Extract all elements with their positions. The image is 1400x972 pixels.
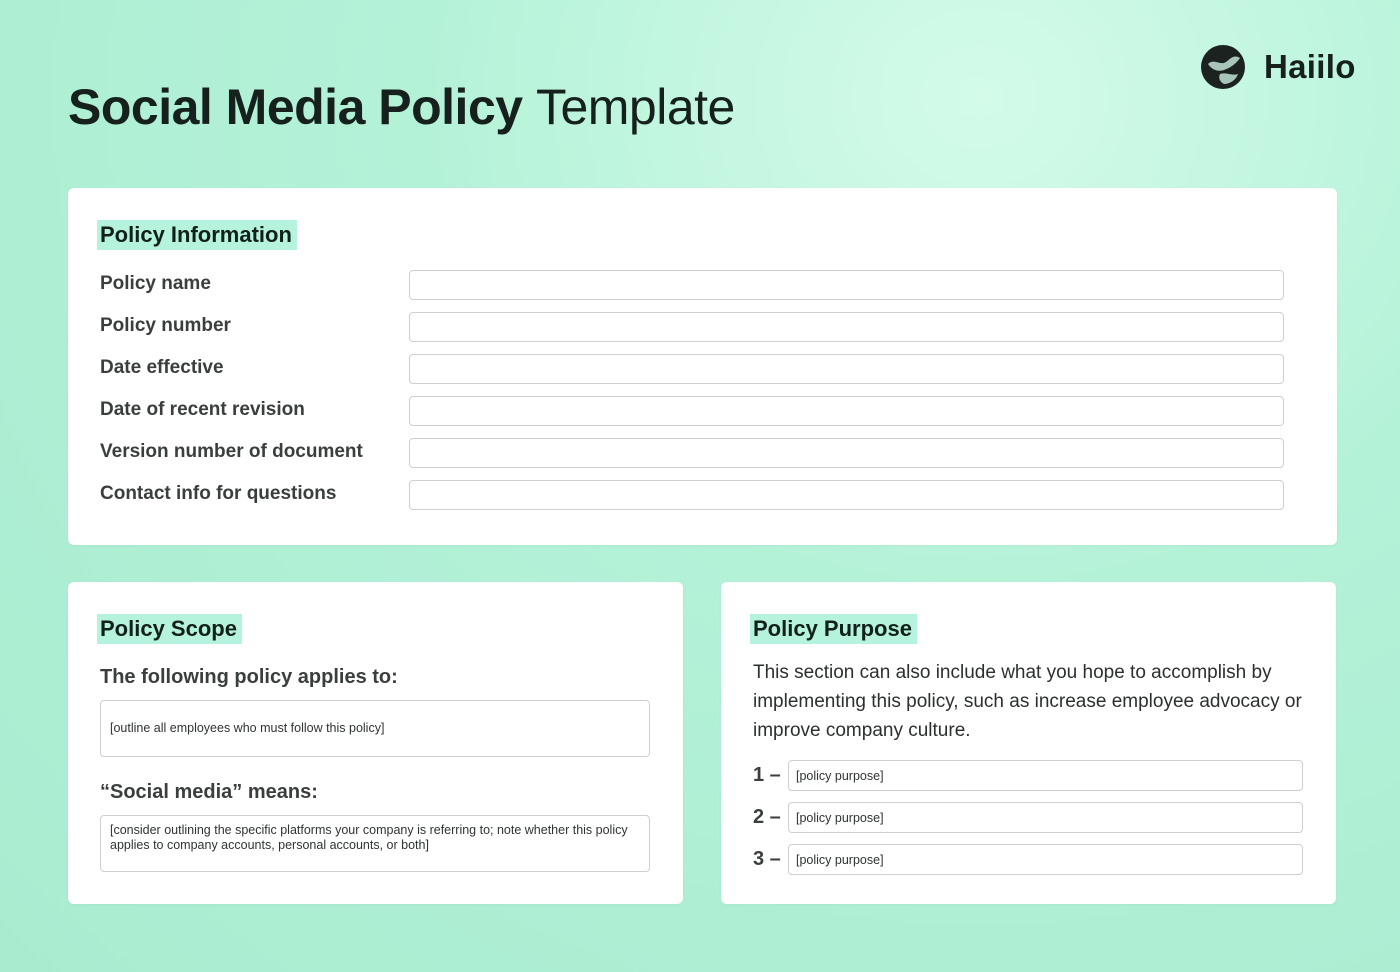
title-light: Template <box>535 79 735 135</box>
brand-name: Haiilo <box>1264 48 1356 85</box>
policy-purpose-description: This section can also include what you h… <box>753 662 1302 741</box>
applies-to-placeholder: [outline all employees who must follow t… <box>110 721 385 735</box>
date-effective-label: Date effective <box>100 357 224 378</box>
version-number-input[interactable] <box>409 438 1284 468</box>
policy-scope-card: Policy Scope The following policy applie… <box>68 582 683 904</box>
purpose-number: 1 – <box>753 764 781 786</box>
purpose-item: 2 – [policy purpose] <box>753 802 1303 833</box>
haiilo-logo-icon <box>1201 45 1245 89</box>
purpose-number: 3 – <box>753 848 781 870</box>
policy-scope-heading: Policy Scope <box>97 614 242 644</box>
date-recent-revision-input[interactable] <box>409 396 1284 426</box>
purpose-placeholder: [policy purpose] <box>796 810 884 825</box>
version-number-label: Version number of document <box>100 441 363 462</box>
purpose-placeholder: [policy purpose] <box>796 852 884 867</box>
contact-info-label: Contact info for questions <box>100 483 337 504</box>
policy-information-card: Policy Information Policy name Policy nu… <box>68 188 1337 545</box>
social-media-means-textbox[interactable]: [consider outlining the specific platfor… <box>100 815 650 872</box>
social-media-means-label: “Social media” means: <box>100 781 318 803</box>
title-bold: Social Media Policy <box>68 79 523 135</box>
policy-name-input[interactable] <box>409 270 1284 300</box>
policy-number-input[interactable] <box>409 312 1284 342</box>
purpose-input[interactable]: [policy purpose] <box>788 844 1303 875</box>
purpose-placeholder: [policy purpose] <box>796 768 884 783</box>
applies-to-textbox[interactable]: [outline all employees who must follow t… <box>100 700 650 757</box>
purpose-input[interactable]: [policy purpose] <box>788 802 1303 833</box>
purpose-number: 2 – <box>753 806 781 828</box>
purpose-item: 1 – [policy purpose] <box>753 760 1303 791</box>
purpose-input[interactable]: [policy purpose] <box>788 760 1303 791</box>
date-effective-input[interactable] <box>409 354 1284 384</box>
page-title: Social Media Policy Template <box>68 78 735 136</box>
social-media-means-placeholder: [consider outlining the specific platfor… <box>110 823 628 852</box>
policy-number-label: Policy number <box>100 315 231 336</box>
policy-purpose-heading: Policy Purpose <box>750 614 917 644</box>
policy-information-heading: Policy Information <box>97 220 297 250</box>
contact-info-input[interactable] <box>409 480 1284 510</box>
policy-name-label: Policy name <box>100 273 211 294</box>
date-recent-revision-label: Date of recent revision <box>100 399 305 420</box>
policy-purpose-card: Policy Purpose This section can also inc… <box>721 582 1336 904</box>
purpose-item: 3 – [policy purpose] <box>753 844 1303 875</box>
applies-to-label: The following policy applies to: <box>100 666 398 688</box>
brand-logo: Haiilo <box>1200 44 1356 90</box>
